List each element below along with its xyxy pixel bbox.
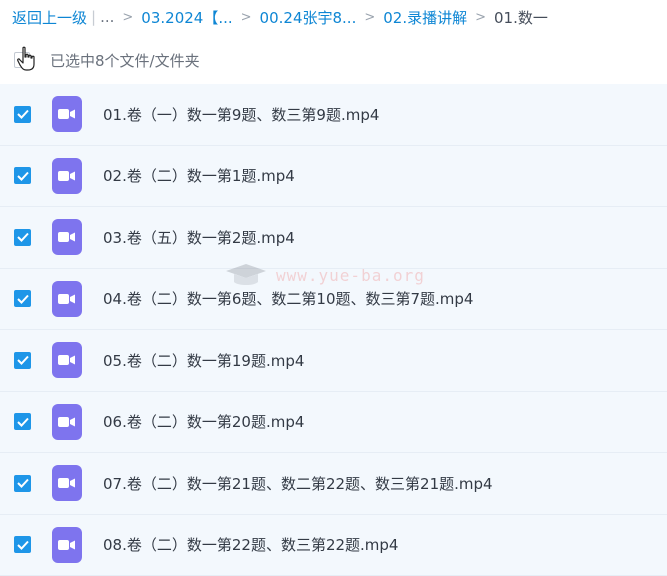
row-checkbox[interactable] [14, 413, 31, 431]
file-row[interactable]: 01.卷（一）数一第9题、数三第9题.mp4 [0, 84, 667, 146]
breadcrumb-ellipsis[interactable]: ... [100, 8, 114, 26]
video-file-icon [52, 219, 82, 256]
file-row[interactable]: 02.卷（二）数一第1题.mp4 [0, 145, 667, 207]
check-icon [16, 540, 29, 550]
video-file-icon [52, 526, 82, 563]
video-file-icon [52, 403, 82, 440]
file-row[interactable]: 03.卷（五）数一第2题.mp4 [0, 207, 667, 269]
file-list: 01.卷（一）数一第9题、数三第9题.mp4 02.卷（二）数一第1题.mp4 … [0, 84, 667, 576]
check-icon [16, 417, 29, 427]
check-icon [16, 233, 29, 243]
row-checkbox[interactable] [14, 351, 31, 369]
video-file-icon [52, 96, 82, 133]
chevron-right-icon: > [122, 9, 134, 25]
file-name[interactable]: 05.卷（二）数一第19题.mp4 [103, 350, 304, 371]
file-name[interactable]: 03.卷（五）数一第2题.mp4 [103, 227, 295, 248]
file-row[interactable]: 08.卷（二）数一第22题、数三第22题.mp4 [0, 514, 667, 576]
file-row[interactable]: 05.卷（二）数一第19题.mp4 [0, 330, 667, 392]
breadcrumb-current: 01.数一 [494, 8, 548, 27]
selection-summary: 已选中8个文件/文件夹 [50, 52, 200, 70]
row-checkbox[interactable] [14, 105, 31, 123]
file-name[interactable]: 07.卷（二）数一第21题、数二第22题、数三第21题.mp4 [103, 473, 493, 494]
video-file-icon [52, 157, 82, 194]
row-checkbox[interactable] [14, 474, 31, 492]
selection-bar: 已选中8个文件/文件夹 [0, 38, 667, 82]
video-file-icon [52, 280, 82, 317]
row-checkbox[interactable] [14, 290, 31, 308]
breadcrumb: 返回上一级 | ... > 03.2024【... > 00.24张宇8... … [12, 0, 548, 34]
video-file-icon [52, 465, 82, 502]
check-icon [16, 110, 29, 120]
check-icon [16, 294, 29, 304]
file-name[interactable]: 02.卷（二）数一第1题.mp4 [103, 165, 295, 186]
file-name[interactable]: 01.卷（一）数一第9题、数三第9题.mp4 [103, 104, 379, 125]
check-icon [16, 479, 29, 489]
check-icon [16, 171, 29, 181]
file-row[interactable]: 06.卷（二）数一第20题.mp4 [0, 391, 667, 453]
breadcrumb-item[interactable]: 02.录播讲解 [383, 7, 467, 28]
back-link[interactable]: 返回上一级 [12, 7, 87, 28]
chevron-right-icon: > [475, 9, 487, 25]
file-name[interactable]: 08.卷（二）数一第22题、数三第22题.mp4 [103, 534, 398, 555]
breadcrumb-item[interactable]: 03.2024【... [141, 7, 232, 28]
breadcrumb-item[interactable]: 00.24张宇8... [260, 7, 357, 28]
file-name[interactable]: 04.卷（二）数一第6题、数二第10题、数三第7题.mp4 [103, 288, 473, 309]
chevron-right-icon: > [240, 9, 252, 25]
row-checkbox[interactable] [14, 536, 31, 554]
check-icon [16, 356, 29, 366]
file-row[interactable]: 07.卷（二）数一第21题、数二第22题、数三第21题.mp4 [0, 453, 667, 515]
row-checkbox[interactable] [14, 167, 31, 185]
file-name[interactable]: 06.卷（二）数一第20题.mp4 [103, 411, 304, 432]
file-row[interactable]: 04.卷（二）数一第6题、数二第10题、数三第7题.mp4 [0, 268, 667, 330]
chevron-right-icon: > [364, 9, 376, 25]
video-file-icon [52, 342, 82, 379]
row-checkbox[interactable] [14, 228, 31, 246]
hand-cursor-icon [17, 46, 35, 71]
breadcrumb-divider: | [91, 8, 97, 26]
